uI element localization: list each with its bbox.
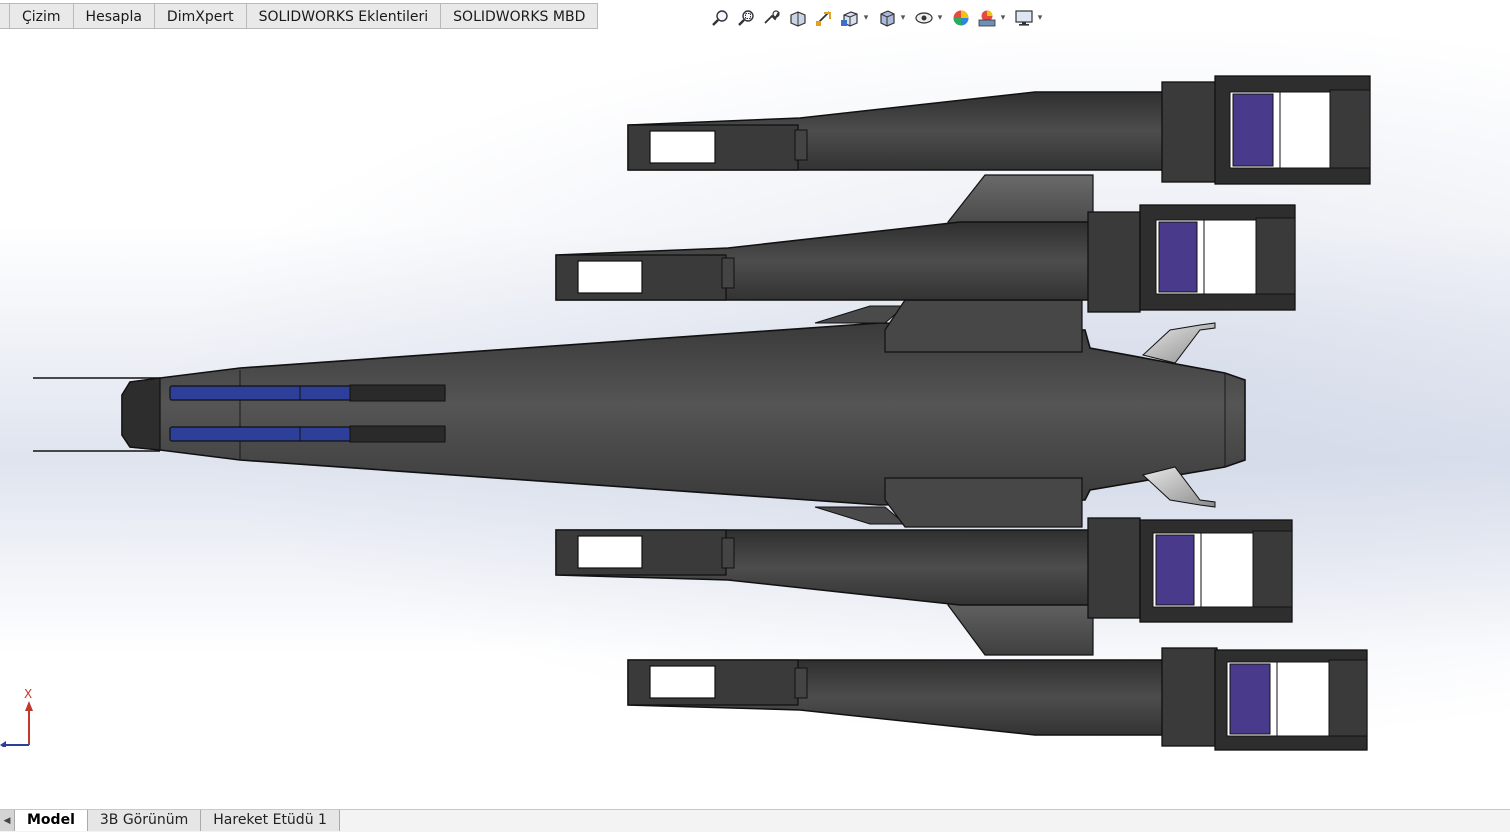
tab-hesapla[interactable]: Hesapla bbox=[73, 3, 155, 29]
command-manager-bar: Çizim Hesapla DimXpert SOLIDWORKS Eklent… bbox=[0, 0, 1510, 31]
hide-show-items-icon[interactable] bbox=[912, 7, 936, 29]
display-style-icon[interactable] bbox=[875, 7, 899, 29]
tab-cizim[interactable]: Çizim bbox=[10, 3, 74, 29]
previous-view-icon[interactable] bbox=[760, 7, 784, 29]
dynamic-annotation-icon[interactable] bbox=[812, 7, 836, 29]
tab-overflow-stub[interactable] bbox=[0, 3, 10, 29]
engine-pod-outer-top bbox=[627, 75, 1371, 185]
lower-tail-fin bbox=[1141, 466, 1216, 508]
zoom-to-fit-icon[interactable] bbox=[708, 7, 732, 29]
zoom-to-area-icon[interactable] bbox=[734, 7, 758, 29]
engine-pod-inner-top bbox=[555, 204, 1296, 313]
bottom-tabs: ◀ Model 3B Görünüm Hareket Etüdü 1 bbox=[0, 810, 340, 832]
tab-3b-gorunum[interactable]: 3B Görünüm bbox=[87, 810, 202, 831]
tab-hareket-etudu-1[interactable]: Hareket Etüdü 1 bbox=[201, 810, 340, 831]
upper-tail-fin bbox=[1141, 322, 1216, 364]
engine-pod-inner-bottom bbox=[555, 517, 1293, 623]
triad-axes-icon bbox=[0, 701, 33, 747]
view-orientation-icon[interactable] bbox=[838, 7, 862, 29]
view-settings-icon[interactable] bbox=[1012, 7, 1036, 29]
tab-dimxpert[interactable]: DimXpert bbox=[154, 3, 247, 29]
display-style-caret-icon[interactable]: ▾ bbox=[899, 13, 907, 23]
view-settings-caret-icon[interactable]: ▾ bbox=[1036, 13, 1044, 23]
engine-pod-outer-bottom bbox=[627, 647, 1368, 751]
tab-scroll-left-icon[interactable]: ◀ bbox=[0, 810, 15, 831]
spaceship-model[interactable] bbox=[0, 31, 1510, 809]
hide-show-caret-icon[interactable]: ▾ bbox=[936, 13, 944, 23]
apply-scene-caret-icon[interactable]: ▾ bbox=[999, 13, 1007, 23]
apply-scene-icon[interactable] bbox=[975, 7, 999, 29]
main-hull bbox=[121, 299, 1246, 528]
command-manager-tabs: Çizim Hesapla DimXpert SOLIDWORKS Eklent… bbox=[0, 3, 599, 30]
edit-appearance-icon[interactable] bbox=[949, 7, 973, 29]
heads-up-view-toolbar: ▾ ▾ ▾ ▾ ▾ bbox=[708, 7, 1049, 29]
view-orientation-caret-icon[interactable]: ▾ bbox=[862, 13, 870, 23]
tab-model[interactable]: Model bbox=[15, 810, 88, 831]
graphics-area[interactable]: X bbox=[0, 31, 1510, 809]
tab-solidworks-eklentileri[interactable]: SOLIDWORKS Eklentileri bbox=[246, 3, 442, 29]
reference-triad: X bbox=[0, 687, 50, 747]
tab-solidworks-mbd[interactable]: SOLIDWORKS MBD bbox=[441, 3, 599, 29]
section-view-icon[interactable] bbox=[786, 7, 810, 29]
bottom-tab-bar: ◀ Model 3B Görünüm Hareket Etüdü 1 bbox=[0, 809, 1510, 832]
